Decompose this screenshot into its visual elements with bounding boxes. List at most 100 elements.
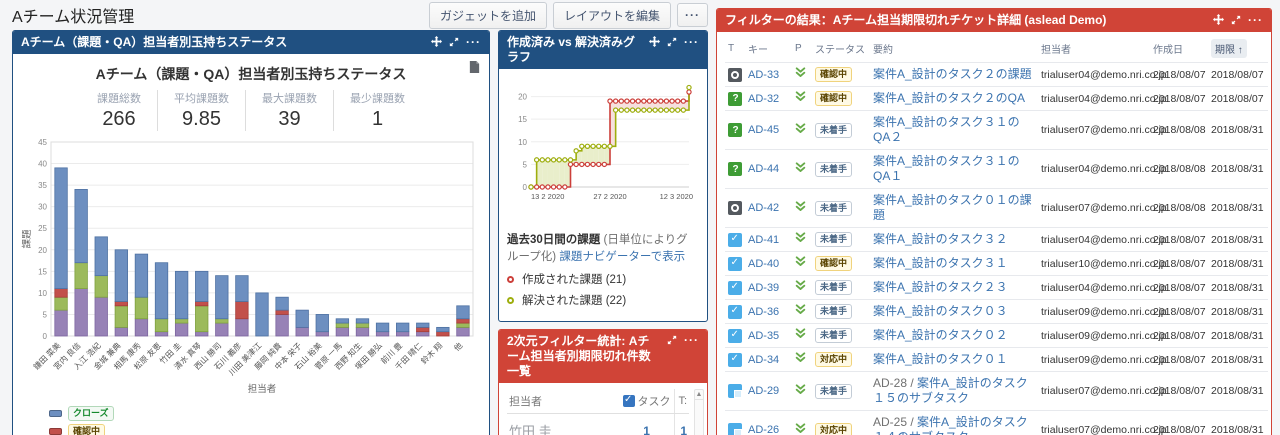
priority-lowest-icon — [795, 93, 806, 105]
col-assignee[interactable]: 担当者 — [507, 389, 619, 414]
expand-gadget-icon[interactable] — [1231, 15, 1241, 25]
col-key[interactable]: キー — [745, 34, 792, 63]
issue-row: AD-36 未着手 案件A_設計のタスク０３ trialuser09@demo.… — [725, 300, 1268, 324]
col-assignee[interactable]: 担当者 — [1038, 34, 1150, 63]
issue-key-link[interactable]: AD-26 — [748, 424, 779, 435]
issue-summary-link[interactable]: 案件A_設計のタスク３１のQA１ — [873, 154, 1020, 183]
task-type-icon — [728, 233, 742, 247]
gadget-menu-icon[interactable]: ··· — [684, 335, 699, 345]
created-date: 2018/08/07 — [1150, 411, 1208, 435]
more-options-button[interactable]: ··· — [677, 3, 708, 27]
move-gadget-icon[interactable] — [431, 36, 442, 47]
issue-summary-link[interactable]: 案件A_設計のタスク０３ — [873, 304, 1008, 318]
priority-lowest-icon — [795, 306, 806, 318]
legend-marker — [507, 297, 514, 304]
edit-layout-button[interactable]: レイアウトを編集 — [553, 2, 671, 29]
expand-gadget-icon[interactable] — [449, 37, 459, 47]
col-due-sorted[interactable]: 期限 ↑ — [1208, 34, 1268, 63]
issue-key-link[interactable]: AD-29 — [748, 385, 779, 397]
two-dimensional-stats-gadget: 2次元フィルター統計: Aチーム担当者別期限切れ件数一覧 ··· 担当者 タスク… — [498, 329, 708, 435]
issue-summary-link[interactable]: 案件A_設計のタスク２の課題 — [873, 67, 1032, 81]
status-badge: 対応中 — [815, 352, 852, 367]
qa-type-icon — [728, 92, 742, 106]
issue-row: AD-42 未着手 案件A_設計のタスク０１の課題 trialuser07@de… — [725, 189, 1268, 228]
svg-text:10: 10 — [38, 289, 47, 298]
copy-chart-icon[interactable] — [468, 60, 481, 79]
issue-key-link[interactable]: AD-45 — [748, 124, 779, 136]
issue-summary-link[interactable]: 案件A_設計のタスク３１のQA２ — [873, 115, 1020, 144]
stacked-bar-chart: 051015202530354045鎌田 菜美宮内 良信入江 浩紀金城 兼典相馬… — [21, 137, 481, 397]
issue-navigator-link[interactable]: 課題ナビゲーターで表示 — [559, 251, 685, 263]
status-badge: 対応中 — [815, 423, 852, 435]
created-date: 2018/08/08 — [1150, 111, 1208, 150]
issue-summary-link[interactable]: 案件A_設計のタスク３２ — [873, 232, 1008, 246]
issue-summary-link[interactable]: 案件A_設計のタスク３１ — [873, 256, 1008, 270]
priority-lowest-icon — [795, 203, 806, 215]
assignee-name[interactable]: 竹田 圭 — [507, 414, 619, 435]
move-gadget-icon[interactable] — [649, 36, 660, 47]
col-status[interactable]: ステータス — [812, 34, 870, 63]
issue-summary-link[interactable]: 案件A_設計のタスク２のQA — [873, 91, 1025, 105]
assignee-email: trialuser04@demo.nri.co.jp — [1038, 276, 1150, 300]
issue-row: AD-29 未着手 AD-28 / 案件A_設計のタスク１５のサブタスク tri… — [725, 372, 1268, 411]
issue-key-link[interactable]: AD-42 — [748, 202, 779, 214]
legend-swatch — [49, 410, 62, 417]
status-badge: 未着手 — [815, 304, 852, 319]
issue-type-icon — [728, 201, 742, 215]
col-summary[interactable]: 要約 — [870, 34, 1038, 63]
add-gadget-button[interactable]: ガジェットを追加 — [429, 2, 547, 29]
total-count[interactable]: 1 — [675, 414, 689, 435]
task-type-icon — [728, 257, 742, 271]
issue-row: AD-33 確認中 案件A_設計のタスク２の課題 trialuser04@dem… — [725, 63, 1268, 87]
scroll-up-icon[interactable]: ▲ — [695, 390, 703, 400]
issues-table: T キー P ステータス 要約 担当者 作成日 期限 ↑ AD-33 確認中 案… — [725, 34, 1268, 435]
svg-text:15: 15 — [518, 115, 527, 124]
expand-gadget-icon[interactable] — [667, 335, 677, 345]
issue-key-link[interactable]: AD-41 — [748, 234, 779, 246]
assignee-email: trialuser07@demo.nri.co.jp — [1038, 411, 1150, 435]
issue-key-link[interactable]: AD-34 — [748, 354, 779, 366]
issue-key-link[interactable]: AD-40 — [748, 258, 779, 270]
svg-text:45: 45 — [38, 138, 47, 147]
status-badge: 未着手 — [815, 384, 852, 399]
legend-item: 作成された課題 (21) — [507, 271, 699, 287]
task-checkbox[interactable] — [623, 395, 635, 407]
parent-key-text: AD-25 / — [873, 415, 917, 429]
svg-text:他: 他 — [452, 340, 465, 353]
gadget-menu-icon[interactable]: ··· — [466, 37, 481, 47]
status-badge: 未着手 — [815, 232, 852, 247]
task-count[interactable]: 1 — [619, 414, 675, 435]
col-task[interactable]: タスク — [638, 396, 671, 408]
assignee-email: trialuser10@demo.nri.co.jp — [1038, 252, 1150, 276]
issue-summary-link[interactable]: 案件A_設計のタスク２３ — [873, 280, 1008, 294]
svg-text:5: 5 — [43, 310, 48, 319]
expand-gadget-icon[interactable] — [667, 37, 677, 47]
issue-key-link[interactable]: AD-39 — [748, 282, 779, 294]
caption-period: 過去30日間の課題 — [507, 234, 600, 246]
issue-key-link[interactable]: AD-36 — [748, 306, 779, 318]
issue-key-link[interactable]: AD-33 — [748, 69, 779, 81]
sort-asc-icon: ↑ — [1238, 45, 1243, 56]
gadget-menu-icon[interactable]: ··· — [1248, 15, 1263, 25]
col-created[interactable]: 作成日 — [1150, 34, 1208, 63]
gadget-menu-icon[interactable]: ··· — [684, 37, 699, 47]
col-priority[interactable]: P — [792, 34, 812, 63]
issue-row: AD-32 確認中 案件A_設計のタスク２のQA trialuser04@dem… — [725, 87, 1268, 111]
issue-summary-link[interactable]: 案件A_設計のタスク０１の課題 — [873, 193, 1032, 222]
scrollbar[interactable]: ▲ ▼ — [694, 389, 704, 435]
move-gadget-icon[interactable] — [1213, 14, 1224, 25]
issue-key-link[interactable]: AD-32 — [748, 93, 779, 105]
assignee-email: trialuser07@demo.nri.co.jp — [1038, 189, 1150, 228]
col-type[interactable]: T — [725, 34, 745, 63]
issue-key-link[interactable]: AD-44 — [748, 163, 779, 175]
issue-summary-link[interactable]: 案件A_設計のタスク０２ — [873, 328, 1008, 342]
created-date: 2018/08/07 — [1150, 324, 1208, 348]
assignee-email: trialuser04@demo.nri.co.jp — [1038, 63, 1150, 87]
created-date: 2018/08/07 — [1150, 87, 1208, 111]
issue-summary-link[interactable]: 案件A_設計のタスク０１ — [873, 352, 1008, 366]
assignee-email: trialuser04@demo.nri.co.jp — [1038, 228, 1150, 252]
task-type-icon — [728, 329, 742, 343]
issue-key-link[interactable]: AD-35 — [748, 330, 779, 342]
status-badge: 確認中 — [815, 91, 852, 106]
svg-text:20: 20 — [518, 93, 527, 102]
